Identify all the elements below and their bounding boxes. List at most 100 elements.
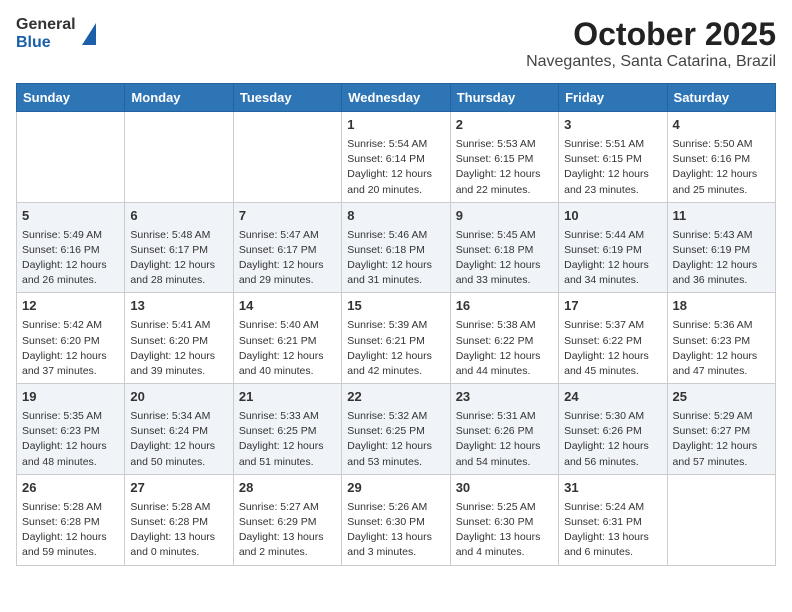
logo-blue: Blue xyxy=(16,34,76,52)
sunset-text: Sunset: 6:25 PM xyxy=(347,424,444,439)
sunrise-text: Sunrise: 5:29 AM xyxy=(673,409,770,424)
day-number: 30 xyxy=(456,479,553,498)
sunrise-text: Sunrise: 5:48 AM xyxy=(130,228,227,243)
sunrise-text: Sunrise: 5:31 AM xyxy=(456,409,553,424)
sunrise-text: Sunrise: 5:50 AM xyxy=(673,137,770,152)
day-number: 5 xyxy=(22,207,119,226)
calendar-cell: 13Sunrise: 5:41 AMSunset: 6:20 PMDayligh… xyxy=(125,293,233,384)
day-number: 6 xyxy=(130,207,227,226)
sunrise-text: Sunrise: 5:34 AM xyxy=(130,409,227,424)
sunrise-text: Sunrise: 5:35 AM xyxy=(22,409,119,424)
sunrise-text: Sunrise: 5:49 AM xyxy=(22,228,119,243)
daylight-text: Daylight: 12 hours and 44 minutes. xyxy=(456,349,553,379)
daylight-text: Daylight: 12 hours and 31 minutes. xyxy=(347,258,444,288)
day-number: 26 xyxy=(22,479,119,498)
weekday-header-thursday: Thursday xyxy=(450,84,558,112)
daylight-text: Daylight: 12 hours and 20 minutes. xyxy=(347,167,444,197)
day-number: 25 xyxy=(673,388,770,407)
weekday-header-friday: Friday xyxy=(559,84,667,112)
calendar-cell: 15Sunrise: 5:39 AMSunset: 6:21 PMDayligh… xyxy=(342,293,450,384)
sunset-text: Sunset: 6:30 PM xyxy=(347,515,444,530)
sunset-text: Sunset: 6:22 PM xyxy=(564,334,661,349)
logo-triangle-icon xyxy=(82,23,96,45)
day-number: 11 xyxy=(673,207,770,226)
daylight-text: Daylight: 12 hours and 28 minutes. xyxy=(130,258,227,288)
calendar-cell: 19Sunrise: 5:35 AMSunset: 6:23 PMDayligh… xyxy=(17,384,125,475)
sunset-text: Sunset: 6:25 PM xyxy=(239,424,336,439)
day-number: 10 xyxy=(564,207,661,226)
sunrise-text: Sunrise: 5:51 AM xyxy=(564,137,661,152)
day-number: 2 xyxy=(456,116,553,135)
daylight-text: Daylight: 12 hours and 33 minutes. xyxy=(456,258,553,288)
day-number: 24 xyxy=(564,388,661,407)
day-number: 13 xyxy=(130,297,227,316)
sunrise-text: Sunrise: 5:26 AM xyxy=(347,500,444,515)
daylight-text: Daylight: 13 hours and 2 minutes. xyxy=(239,530,336,560)
calendar-table: SundayMondayTuesdayWednesdayThursdayFrid… xyxy=(16,83,776,566)
page-header: General Blue October 2025 Navegantes, Sa… xyxy=(16,16,776,71)
daylight-text: Daylight: 12 hours and 56 minutes. xyxy=(564,439,661,469)
sunset-text: Sunset: 6:24 PM xyxy=(130,424,227,439)
daylight-text: Daylight: 12 hours and 57 minutes. xyxy=(673,439,770,469)
day-number: 15 xyxy=(347,297,444,316)
sunrise-text: Sunrise: 5:42 AM xyxy=(22,318,119,333)
logo: General Blue xyxy=(16,16,96,51)
calendar-cell: 3Sunrise: 5:51 AMSunset: 6:15 PMDaylight… xyxy=(559,112,667,203)
sunrise-text: Sunrise: 5:28 AM xyxy=(130,500,227,515)
day-number: 9 xyxy=(456,207,553,226)
sunrise-text: Sunrise: 5:30 AM xyxy=(564,409,661,424)
daylight-text: Daylight: 12 hours and 34 minutes. xyxy=(564,258,661,288)
calendar-cell: 28Sunrise: 5:27 AMSunset: 6:29 PMDayligh… xyxy=(233,474,341,565)
daylight-text: Daylight: 12 hours and 48 minutes. xyxy=(22,439,119,469)
sunrise-text: Sunrise: 5:32 AM xyxy=(347,409,444,424)
calendar-cell: 22Sunrise: 5:32 AMSunset: 6:25 PMDayligh… xyxy=(342,384,450,475)
sunset-text: Sunset: 6:28 PM xyxy=(22,515,119,530)
day-number: 12 xyxy=(22,297,119,316)
day-number: 23 xyxy=(456,388,553,407)
day-number: 1 xyxy=(347,116,444,135)
calendar-cell: 9Sunrise: 5:45 AMSunset: 6:18 PMDaylight… xyxy=(450,202,558,293)
sunset-text: Sunset: 6:16 PM xyxy=(22,243,119,258)
daylight-text: Daylight: 12 hours and 39 minutes. xyxy=(130,349,227,379)
daylight-text: Daylight: 13 hours and 0 minutes. xyxy=(130,530,227,560)
day-number: 8 xyxy=(347,207,444,226)
daylight-text: Daylight: 12 hours and 59 minutes. xyxy=(22,530,119,560)
calendar-cell: 7Sunrise: 5:47 AMSunset: 6:17 PMDaylight… xyxy=(233,202,341,293)
sunset-text: Sunset: 6:21 PM xyxy=(347,334,444,349)
daylight-text: Daylight: 12 hours and 47 minutes. xyxy=(673,349,770,379)
sunrise-text: Sunrise: 5:43 AM xyxy=(673,228,770,243)
daylight-text: Daylight: 12 hours and 42 minutes. xyxy=(347,349,444,379)
calendar-cell: 8Sunrise: 5:46 AMSunset: 6:18 PMDaylight… xyxy=(342,202,450,293)
sunrise-text: Sunrise: 5:44 AM xyxy=(564,228,661,243)
daylight-text: Daylight: 12 hours and 26 minutes. xyxy=(22,258,119,288)
calendar-cell: 30Sunrise: 5:25 AMSunset: 6:30 PMDayligh… xyxy=(450,474,558,565)
day-number: 31 xyxy=(564,479,661,498)
day-number: 29 xyxy=(347,479,444,498)
sunset-text: Sunset: 6:18 PM xyxy=(347,243,444,258)
calendar-cell: 5 Sunrise: 5:49 AMSunset: 6:16 PMDaylight… xyxy=(17,202,125,293)
calendar-cell: 2Sunrise: 5:53 AMSunset: 6:15 PMDaylight… xyxy=(450,112,558,203)
sunset-text: Sunset: 6:20 PM xyxy=(130,334,227,349)
sunset-text: Sunset: 6:23 PM xyxy=(673,334,770,349)
calendar-week-row: 19Sunrise: 5:35 AMSunset: 6:23 PMDayligh… xyxy=(17,384,776,475)
sunset-text: Sunset: 6:21 PM xyxy=(239,334,336,349)
day-number: 18 xyxy=(673,297,770,316)
title-block: October 2025 Navegantes, Santa Catarina,… xyxy=(526,16,776,71)
calendar-cell: 4Sunrise: 5:50 AMSunset: 6:16 PMDaylight… xyxy=(667,112,775,203)
day-number: 17 xyxy=(564,297,661,316)
sunrise-text: Sunrise: 5:24 AM xyxy=(564,500,661,515)
sunrise-text: Sunrise: 5:28 AM xyxy=(22,500,119,515)
day-number: 28 xyxy=(239,479,336,498)
calendar-cell: 21Sunrise: 5:33 AMSunset: 6:25 PMDayligh… xyxy=(233,384,341,475)
logo-general: General xyxy=(16,16,76,34)
calendar-week-row: 5Sunrise: 5:49 AMSunset: 6:16 PMDaylight… xyxy=(17,202,776,293)
daylight-text: Daylight: 12 hours and 51 minutes. xyxy=(239,439,336,469)
sunset-text: Sunset: 6:18 PM xyxy=(456,243,553,258)
sunset-text: Sunset: 6:22 PM xyxy=(456,334,553,349)
day-number: 27 xyxy=(130,479,227,498)
daylight-text: Daylight: 12 hours and 45 minutes. xyxy=(564,349,661,379)
sunrise-text: Sunrise: 5:33 AM xyxy=(239,409,336,424)
sunset-text: Sunset: 6:16 PM xyxy=(673,152,770,167)
calendar-cell: 23Sunrise: 5:31 AMSunset: 6:26 PMDayligh… xyxy=(450,384,558,475)
sunset-text: Sunset: 6:20 PM xyxy=(22,334,119,349)
